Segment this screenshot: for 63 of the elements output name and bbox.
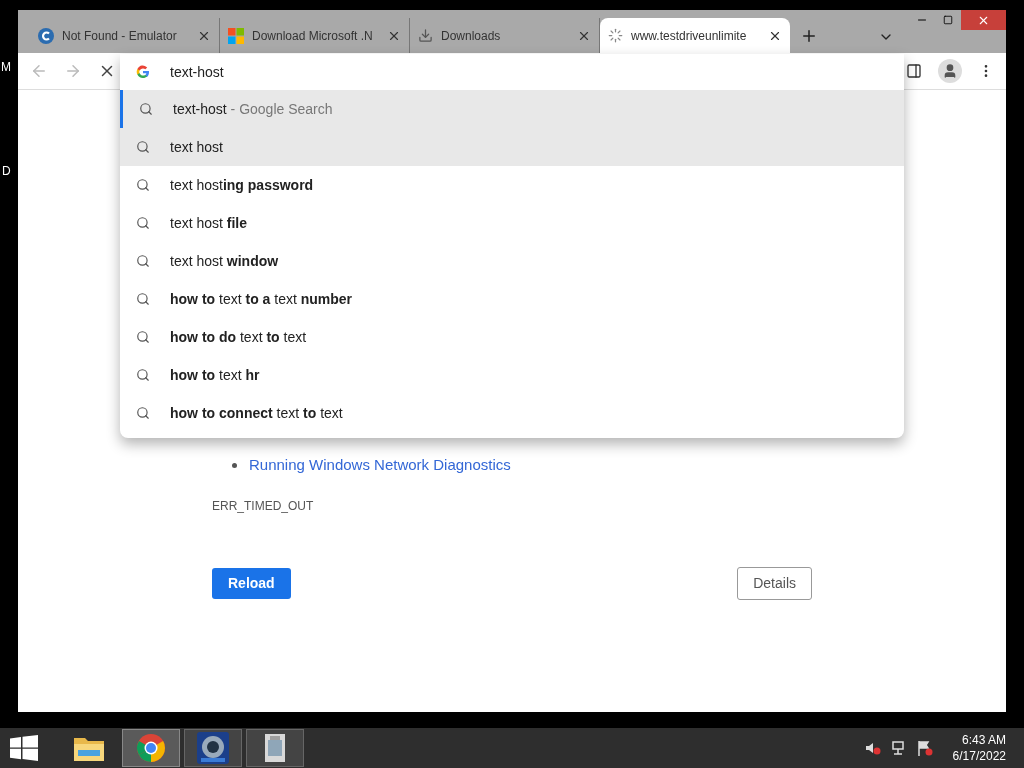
side-panel-icon[interactable]	[906, 63, 922, 79]
network-icon[interactable]	[890, 740, 907, 756]
download-icon	[418, 28, 433, 43]
maximize-icon	[943, 15, 953, 25]
google-logo-icon	[136, 65, 150, 79]
tab-title: Downloads	[441, 27, 502, 45]
windows-logo-icon	[228, 27, 244, 44]
search-icon	[136, 330, 150, 344]
reload-button[interactable]: Reload	[212, 567, 291, 599]
address-field[interactable]: text-host	[120, 54, 904, 90]
desktop-label: D	[2, 163, 11, 180]
logo-icon	[38, 27, 54, 44]
suggestion-text: text host	[170, 137, 223, 157]
flag-icon[interactable]	[916, 740, 933, 756]
suggestion-text: text-host - Google Search	[173, 99, 333, 119]
clock[interactable]: 6:43 AM 6/17/2022	[952, 732, 1006, 764]
address-text: text-host	[170, 62, 224, 82]
error-code: ERR_TIMED_OUT	[212, 497, 315, 515]
search-icon	[136, 216, 150, 230]
suggestion-item[interactable]: how to text to a text number	[120, 280, 904, 318]
suggestion-item[interactable]: text host file	[120, 204, 904, 242]
tab-title: www.testdriveunlimite	[631, 27, 748, 45]
suggestion-text: how to connect text to text	[170, 403, 343, 423]
time-text: 6:43 AM	[961, 732, 1006, 748]
taskbar-app[interactable]	[122, 729, 180, 767]
search-icon	[136, 254, 150, 268]
details-button[interactable]: Details	[737, 566, 812, 600]
suggestion-item[interactable]: how to do text to text	[120, 318, 904, 356]
taskbar-app[interactable]	[184, 729, 242, 767]
search-icon	[136, 292, 150, 306]
tab-title: Download Microsoft .N	[252, 27, 374, 45]
loading-spinner-icon	[608, 28, 623, 43]
search-icon	[136, 368, 150, 382]
suggestion-text: how to text to a text number	[170, 289, 353, 309]
suggestion-item[interactable]: how to text hr	[120, 356, 904, 394]
chrome-icon	[136, 733, 166, 763]
search-icon	[136, 406, 150, 420]
help-link[interactable]: Running Windows Network Diagnostics	[249, 454, 511, 477]
suggestion-item[interactable]: text host window	[120, 242, 904, 280]
new-tab-icon[interactable]	[800, 27, 818, 45]
suggestion-text: text hosting password	[170, 175, 314, 195]
wheel-icon	[197, 732, 229, 764]
search-icon	[136, 178, 150, 192]
suggestion-text: text host file	[170, 213, 248, 233]
taskbar-app[interactable]	[246, 729, 304, 767]
tab-title: Not Found - Emulator	[62, 27, 178, 45]
suggestion-item[interactable]: text host	[120, 128, 904, 166]
search-icon	[136, 140, 150, 154]
volume-muted-icon[interactable]	[864, 740, 881, 756]
desktop-label: M	[1, 59, 11, 76]
suggestion-text: text host window	[170, 251, 279, 271]
suggestion-text: how to do text to text	[170, 327, 307, 347]
windows-start-icon[interactable]	[10, 735, 38, 761]
installer-icon	[262, 732, 288, 764]
search-icon	[139, 102, 153, 116]
suggestion-item[interactable]: text hosting password	[120, 166, 904, 204]
suggestion-text: how to text hr	[170, 365, 260, 385]
profile-avatar[interactable]	[938, 59, 962, 83]
suggestion-item[interactable]: how to connect text to text	[120, 394, 904, 432]
suggestion-item[interactable]: text-host - Google Search	[120, 90, 904, 128]
date-text: 6/17/2022	[952, 748, 1006, 764]
bullet	[232, 462, 237, 468]
browser-tab[interactable]: www.testdriveunlimite	[600, 18, 790, 53]
